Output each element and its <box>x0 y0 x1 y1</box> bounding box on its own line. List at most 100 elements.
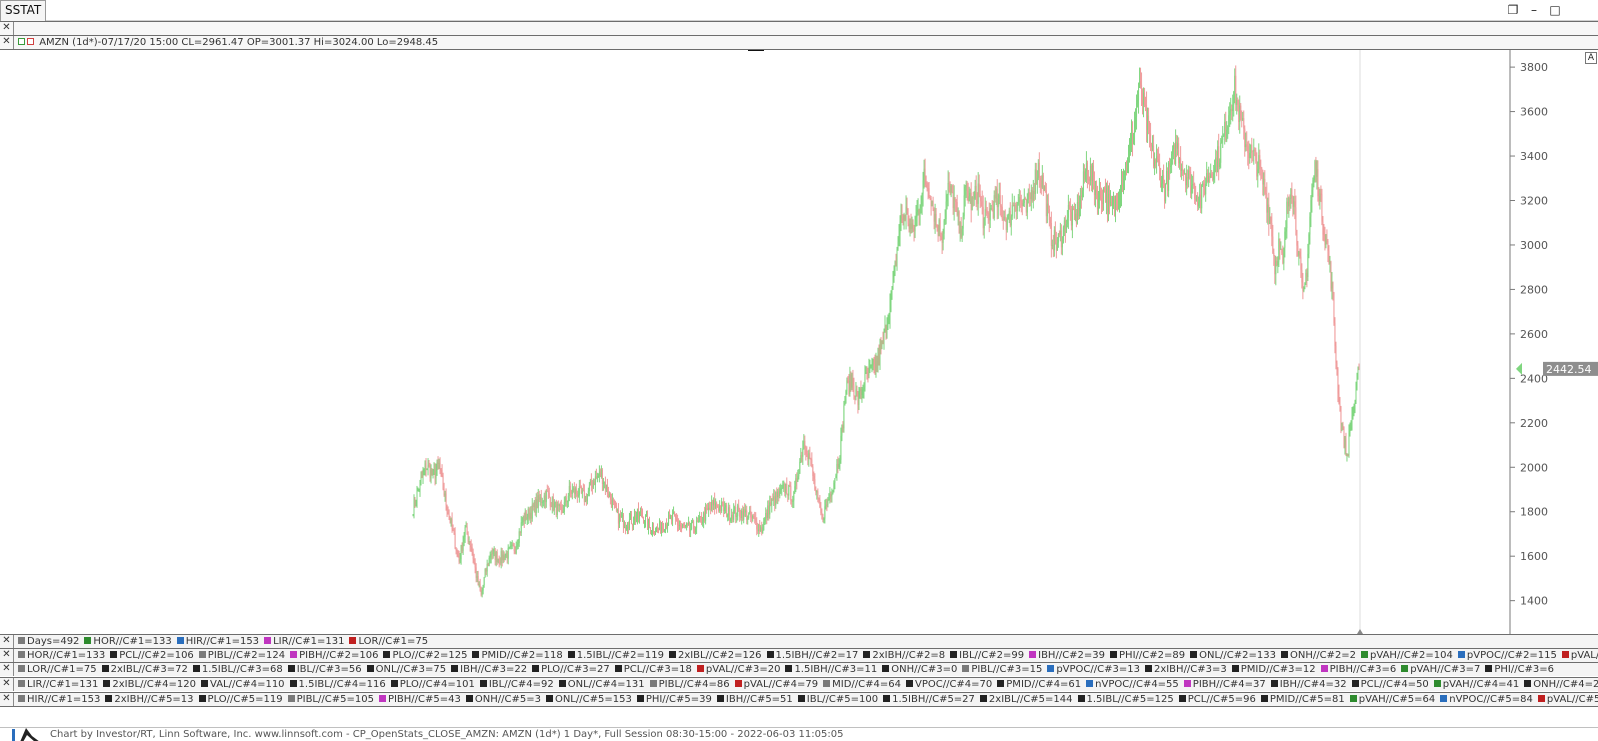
candle <box>1179 157 1181 170</box>
study-color-icon <box>18 651 25 658</box>
candle <box>472 548 474 564</box>
candle <box>912 219 914 233</box>
maximize-window-button[interactable]: □ <box>1546 2 1564 18</box>
minimize-window-button[interactable]: – <box>1525 2 1543 18</box>
study-color-icon <box>1047 665 1055 672</box>
scroll-marker[interactable] <box>748 50 764 51</box>
candle <box>1327 238 1329 263</box>
study-item: pVAH//C#4=41 <box>1433 679 1519 690</box>
candle <box>1310 195 1312 228</box>
candle <box>824 499 826 524</box>
study-color-icon <box>1029 651 1037 658</box>
study-item-label: 2xIBH//C#3=3 <box>1153 664 1227 675</box>
study-item-label: PMID//C#2=118 <box>481 650 563 661</box>
candle <box>1073 202 1075 220</box>
close-strip-button[interactable]: ✕ <box>0 22 14 35</box>
candle <box>996 179 998 220</box>
study-color-icon <box>1260 695 1268 702</box>
candle <box>1047 193 1049 214</box>
close-study-button[interactable]: ✕ <box>0 649 14 662</box>
candle <box>592 478 594 490</box>
candle <box>1340 405 1342 434</box>
candle <box>681 522 683 533</box>
study-color-icon <box>734 680 742 687</box>
candle <box>1043 185 1045 192</box>
candle <box>1159 153 1161 181</box>
candle <box>1080 185 1082 209</box>
price-chart[interactable]: 1400 1600 1800 2000 2200 2400 2600 2800 3000 3200… <box>0 50 1598 645</box>
study-item-label: ONH//C#3=0 <box>891 664 958 675</box>
study-item: PCL//C#4=50 <box>1351 679 1429 690</box>
study-color-icon <box>766 651 774 658</box>
close-info-button[interactable]: ✕ <box>0 36 14 49</box>
candle <box>1163 164 1165 189</box>
candle <box>685 524 687 529</box>
candle <box>973 191 975 206</box>
candle <box>972 191 974 207</box>
candle <box>820 502 822 516</box>
candle <box>1355 381 1357 405</box>
candle <box>891 285 893 300</box>
candle <box>1183 169 1185 182</box>
restore-window-button[interactable]: ❐ <box>1504 2 1522 18</box>
candlestick-chart-svg[interactable]: 1400160018002000220024002600280030003200… <box>0 50 1598 645</box>
study-item: 1.5IBH//C#5=27 <box>883 694 975 705</box>
candle <box>1095 180 1097 200</box>
close-study-button[interactable]: ✕ <box>0 678 14 691</box>
study-color-icon <box>192 665 200 672</box>
candle <box>880 337 882 355</box>
candle <box>750 505 752 523</box>
study-color-icon <box>1144 665 1152 672</box>
study-item: IBL//C#2=99 <box>950 650 1024 661</box>
price-tick-label: 3800 <box>1520 61 1548 74</box>
auto-scale-button[interactable]: A <box>1585 52 1597 64</box>
close-study-button[interactable]: ✕ <box>0 635 14 648</box>
candle <box>654 531 656 537</box>
candle <box>584 495 586 503</box>
candle <box>459 553 461 564</box>
candle <box>1263 172 1265 197</box>
study-color-icon <box>1351 680 1359 687</box>
candle <box>991 200 993 212</box>
candle <box>504 553 506 561</box>
study-item-label: PCL//C#2=106 <box>119 650 194 661</box>
close-study-button[interactable]: ✕ <box>0 663 14 676</box>
candle <box>754 511 756 524</box>
candle <box>1358 363 1360 371</box>
close-study-button[interactable]: ✕ <box>0 693 14 706</box>
tab-sstat[interactable]: SSTAT <box>0 0 47 21</box>
candle <box>738 499 740 512</box>
candle <box>427 458 429 476</box>
candle <box>786 477 788 495</box>
candle <box>1058 230 1060 238</box>
candle <box>1170 158 1172 174</box>
candle <box>934 203 936 234</box>
candle <box>953 185 955 221</box>
study-item: LOR//C#1=75 <box>18 664 97 675</box>
candle <box>425 458 427 477</box>
study-item-label: HIR//C#1=153 <box>185 636 260 647</box>
top-strip: ✕ <box>0 21 1598 36</box>
candle <box>1051 239 1053 250</box>
candle <box>837 456 839 474</box>
candle <box>911 216 913 234</box>
candle <box>1068 201 1070 210</box>
candle <box>1032 179 1034 209</box>
candle <box>930 195 932 216</box>
candle <box>988 202 990 233</box>
study-item: PHI//C#2=89 <box>1110 650 1185 661</box>
candle <box>790 481 792 505</box>
candle <box>875 352 877 378</box>
candle <box>769 495 771 519</box>
candle <box>865 366 867 374</box>
candle <box>784 482 786 497</box>
candle <box>507 544 509 565</box>
candle <box>478 581 480 588</box>
candle <box>630 510 632 525</box>
study-item-label: VPOC//C#4=70 <box>914 679 993 690</box>
candle <box>915 205 917 227</box>
price-tick-label: 3600 <box>1520 106 1548 119</box>
candle <box>633 508 635 525</box>
candle <box>1220 138 1222 169</box>
candle <box>1260 159 1262 181</box>
